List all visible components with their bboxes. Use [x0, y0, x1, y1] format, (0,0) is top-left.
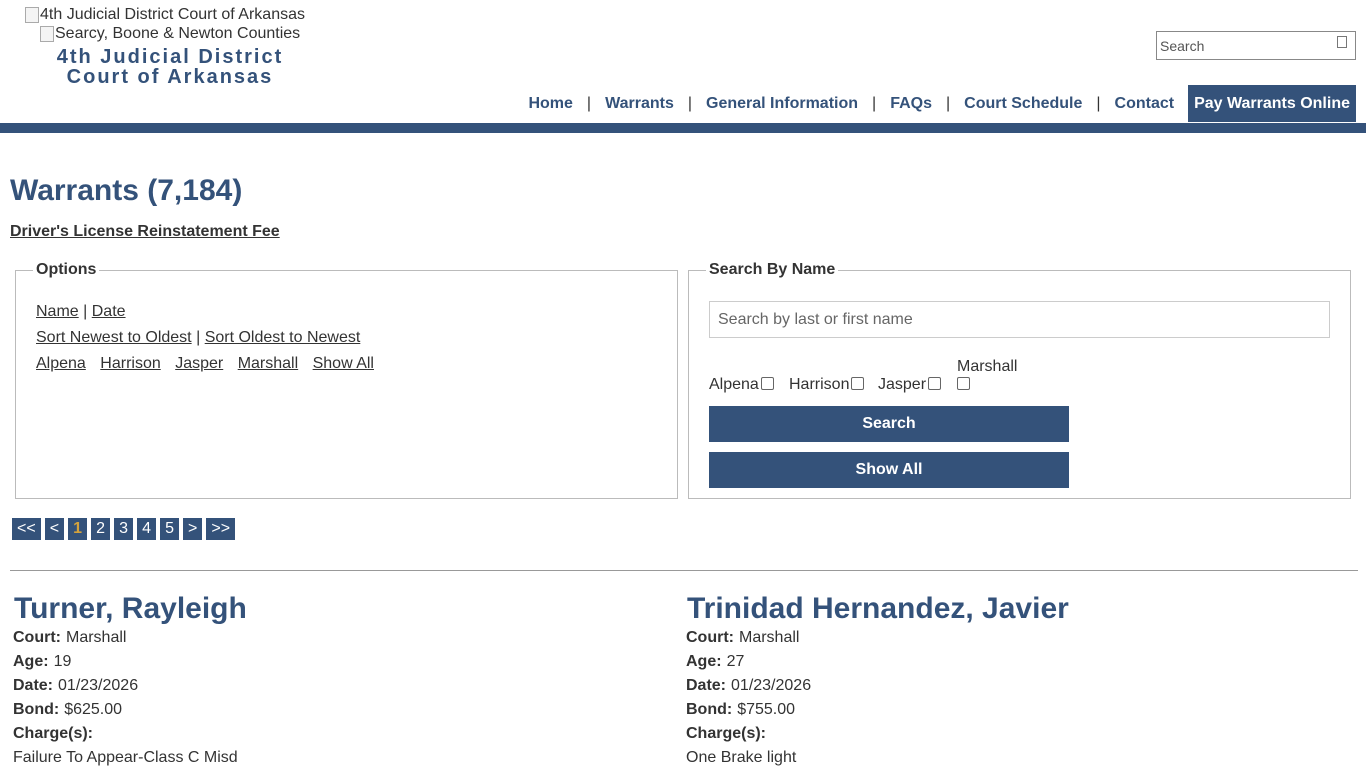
page-3-button[interactable]: 3 — [114, 518, 134, 540]
nav-separator: | — [1096, 94, 1101, 112]
nav-separator: | — [945, 94, 951, 112]
warrant-charges-label: Charge(s): — [686, 725, 767, 742]
drivers-license-fee-link[interactable]: Driver's License Reinstatement Fee — [10, 223, 280, 241]
nav-court-schedule[interactable]: Court Schedule — [964, 95, 1082, 113]
nav-warrants[interactable]: Warrants — [605, 95, 674, 113]
warrant-card: Turner, Rayleigh Court: Marshall Age: 19 D… — [13, 592, 247, 768]
nav-contact[interactable]: Contact — [1115, 95, 1175, 113]
search-by-name-legend: Search By Name — [709, 261, 836, 278]
harrison-checkbox[interactable] — [851, 377, 865, 390]
sort-oldest-link[interactable]: Sort Oldest to Newest — [205, 329, 361, 346]
page-2-button[interactable]: 2 — [91, 518, 111, 540]
warrant-date-row: Date: 01/23/2026 — [13, 677, 139, 694]
filter-show-all-link[interactable]: Show All — [313, 355, 374, 372]
warrant-name: Trinidad Hernandez, Javier — [687, 592, 1069, 625]
site-title[interactable]: 4th Judicial District Court of Arkansas — [40, 47, 300, 87]
nav-separator: | — [872, 94, 877, 112]
site-search-input[interactable] — [1157, 32, 1327, 59]
marshall-checkbox[interactable] — [957, 377, 970, 390]
page-5-button[interactable]: 5 — [160, 518, 180, 540]
show-all-button[interactable]: Show All — [709, 452, 1069, 488]
site-search — [1156, 31, 1356, 60]
jasper-checkbox-label[interactable]: Jasper — [878, 376, 942, 394]
warrant-charge: Failure To Appear-Class C Misd — [13, 749, 238, 766]
court-logo: 4th Judicial District Court of Arkansas — [25, 6, 305, 24]
nav-separator: | — [687, 94, 692, 112]
nav-home[interactable]: Home — [528, 95, 572, 113]
warrant-charges-label: Charge(s): — [13, 725, 94, 742]
warrant-card: Trinidad Hernandez, Javier Court: Marshal… — [686, 592, 1069, 768]
warrant-bond-row: Bond: $755.00 — [686, 701, 796, 718]
filter-marshall-link[interactable]: Marshall — [238, 355, 298, 372]
nav-separator: | — [586, 94, 592, 112]
nav-general-information[interactable]: General Information — [706, 95, 858, 113]
alpena-checkbox-label[interactable]: Alpena — [709, 376, 774, 394]
search-by-name-panel: Search By Name Alpena Harrison Jasper Ma… — [688, 261, 1351, 499]
warrant-age-row: Age: 27 — [686, 653, 745, 670]
sort-by-row: Name | Date — [36, 303, 126, 321]
site-title-line1: 4th Judicial District — [56, 46, 284, 68]
checkbox-label-text: Harrison — [789, 376, 850, 393]
site-title-line2: Court of Arkansas — [66, 66, 274, 88]
marshall-checkbox-label[interactable]: Marshall — [957, 358, 1017, 394]
main-nav: Home | Warrants | General Information | … — [528, 85, 1356, 122]
warrant-name: Turner, Rayleigh — [14, 592, 247, 625]
logo-alt-text: 4th Judicial District Court of Arkansas — [40, 6, 305, 23]
page-next-button[interactable]: > — [183, 518, 203, 540]
warrant-age-row: Age: 19 — [13, 653, 72, 670]
pagination: << < 1 2 3 4 5 > >> — [12, 518, 236, 540]
sort-by-name-link[interactable]: Name — [36, 303, 79, 320]
broken-image-icon — [40, 26, 54, 42]
alpena-checkbox[interactable] — [760, 377, 774, 390]
page-first-button[interactable]: << — [12, 518, 41, 540]
page-last-button[interactable]: >> — [206, 518, 236, 540]
header-divider-bar — [0, 123, 1366, 133]
sort-newest-link[interactable]: Sort Newest to Oldest — [36, 329, 192, 346]
sort-separator: | — [196, 329, 201, 346]
options-panel: Options Name | Date Sort Newest to Oldes… — [15, 261, 678, 499]
sort-by-date-link[interactable]: Date — [92, 303, 126, 320]
filter-harrison-link[interactable]: Harrison — [100, 355, 160, 372]
pay-warrants-online-button[interactable]: Pay Warrants Online — [1188, 85, 1356, 122]
filter-jasper-link[interactable]: Jasper — [175, 355, 223, 372]
warrant-court-row: Court: Marshall — [13, 629, 127, 646]
warrant-court-row: Court: Marshall — [686, 629, 800, 646]
results-divider — [10, 570, 1358, 571]
broken-image-icon — [25, 7, 39, 23]
warrant-charge: One Brake light — [686, 749, 797, 766]
page-4-button[interactable]: 4 — [137, 518, 157, 540]
filter-alpena-link[interactable]: Alpena — [36, 355, 86, 372]
jasper-checkbox[interactable] — [928, 377, 942, 390]
page-title: Warrants (7,184) — [10, 174, 243, 207]
page-1-button[interactable]: 1 — [68, 518, 88, 540]
search-icon[interactable] — [1337, 36, 1347, 48]
warrant-bond-row: Bond: $625.00 — [13, 701, 123, 718]
checkbox-label-text: Jasper — [878, 376, 927, 393]
options-legend: Options — [36, 261, 97, 278]
sort-separator: | — [83, 303, 88, 320]
nav-faqs[interactable]: FAQs — [890, 95, 932, 113]
harrison-checkbox-label[interactable]: Harrison — [789, 376, 865, 394]
name-search-input[interactable] — [709, 301, 1330, 338]
court-filter-row: Alpena Harrison Jasper Marshall Show All — [36, 355, 374, 373]
counties-image: Searcy, Boone & Newton Counties — [40, 25, 300, 43]
checkbox-label-text: Marshall — [957, 358, 1018, 375]
counties-alt-text: Searcy, Boone & Newton Counties — [55, 25, 301, 42]
warrant-date-row: Date: 01/23/2026 — [686, 677, 812, 694]
checkbox-label-text: Alpena — [709, 376, 759, 393]
page-prev-button[interactable]: < — [44, 518, 65, 540]
sort-order-row: Sort Newest to Oldest | Sort Oldest to N… — [36, 329, 360, 347]
search-button[interactable]: Search — [709, 406, 1069, 442]
